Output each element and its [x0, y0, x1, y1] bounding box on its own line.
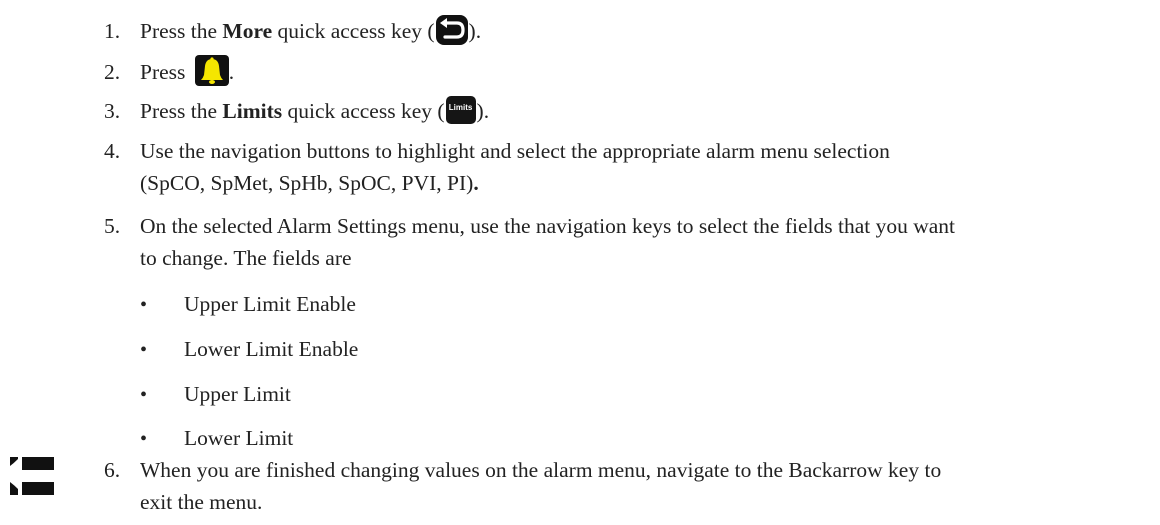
- step-text: ).: [476, 99, 490, 123]
- step-5: 5. On the selected Alarm Settings menu, u…: [104, 210, 960, 274]
- step-text: .: [228, 60, 235, 84]
- list-item: • Upper Limit: [140, 379, 291, 410]
- step-period: .: [473, 171, 479, 195]
- limits-key-name: Limits: [222, 99, 283, 123]
- note-icon: [2, 453, 62, 498]
- back-arrow-icon: [435, 15, 468, 45]
- step-number: 1.: [104, 19, 121, 43]
- step-number: 4.: [104, 139, 121, 163]
- bullet-icon: •: [140, 339, 148, 361]
- step-6: 6. When you are finished changing values …: [104, 454, 960, 518]
- list-item: • Lower Limit: [140, 423, 293, 454]
- step-4: 4. Use the navigation buttons to highligh…: [104, 135, 960, 199]
- step-text: ).: [468, 19, 482, 43]
- instruction-document: 1. Press the More quick access key (). 2.…: [0, 0, 1160, 525]
- field-name: Lower Limit: [184, 426, 294, 450]
- step-text: Press the: [140, 19, 223, 43]
- step-text: quick access key (: [282, 99, 445, 123]
- step-2: 2. Press .: [104, 55, 234, 88]
- bell-icon: [194, 55, 229, 86]
- field-name: Upper Limit: [184, 382, 291, 406]
- list-item: • Upper Limit Enable: [140, 289, 356, 320]
- step-3: 3. Press the Limits quick access key (Lim…: [104, 95, 489, 127]
- field-name: Upper Limit Enable: [184, 292, 356, 316]
- step-text: Press: [140, 60, 191, 84]
- step-1: 1. Press the More quick access key ().: [104, 15, 481, 47]
- step-text: When you are finished changing values on…: [140, 458, 942, 514]
- bullet-icon: •: [140, 384, 148, 406]
- more-key-name: More: [222, 19, 273, 43]
- bullet-icon: •: [140, 294, 148, 316]
- limits-key-icon: Limits: [445, 96, 476, 124]
- step-number: 2.: [104, 60, 121, 84]
- step-text: On the selected Alarm Settings menu, use…: [140, 214, 956, 270]
- step-number: 6.: [104, 458, 121, 482]
- bullet-icon: •: [140, 428, 148, 450]
- step-text: Use the navigation buttons to highlight …: [140, 139, 890, 195]
- field-name: Lower Limit Enable: [184, 337, 359, 361]
- step-text: Press the: [140, 99, 223, 123]
- step-number: 3.: [104, 99, 121, 123]
- step-number: 5.: [104, 214, 121, 238]
- step-text: quick access key (: [272, 19, 435, 43]
- limits-key-label: Limits: [448, 103, 473, 112]
- list-item: • Lower Limit Enable: [140, 334, 358, 365]
